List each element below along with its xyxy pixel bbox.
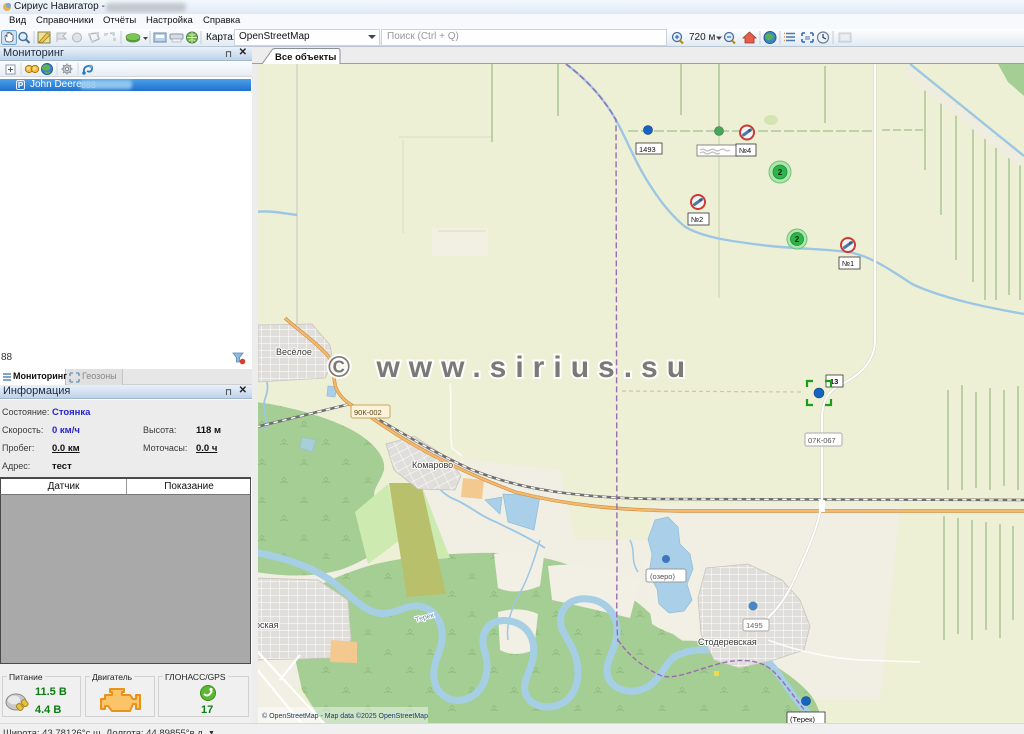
svg-text:1493: 1493	[639, 145, 656, 154]
svg-text:Весёлое: Весёлое	[276, 347, 312, 357]
svg-text:90К-002: 90К-002	[354, 408, 382, 417]
svg-text:№4: №4	[739, 146, 751, 155]
svg-text:07К-067: 07К-067	[808, 436, 836, 445]
svg-text:Стодеревская: Стодеревская	[698, 637, 757, 647]
svg-text:№1: №1	[842, 259, 854, 268]
svg-text:Все объекты: Все объекты	[275, 52, 336, 63]
svg-text:Комарово: Комарово	[412, 460, 453, 470]
svg-text:(Терек): (Терек)	[790, 715, 815, 723]
svg-text:© www.sirius.su: © www.sirius.su	[328, 351, 694, 384]
svg-text:1495: 1495	[746, 621, 763, 630]
svg-text:рская: рская	[258, 620, 279, 630]
svg-text:№2: №2	[691, 215, 703, 224]
svg-text:2: 2	[778, 168, 783, 177]
svg-text:(озеро): (озеро)	[650, 572, 675, 581]
svg-text:2: 2	[795, 235, 800, 244]
svg-text:© OpenStreetMap - Map data ©20: © OpenStreetMap - Map data ©2025 OpenStr…	[262, 712, 428, 720]
